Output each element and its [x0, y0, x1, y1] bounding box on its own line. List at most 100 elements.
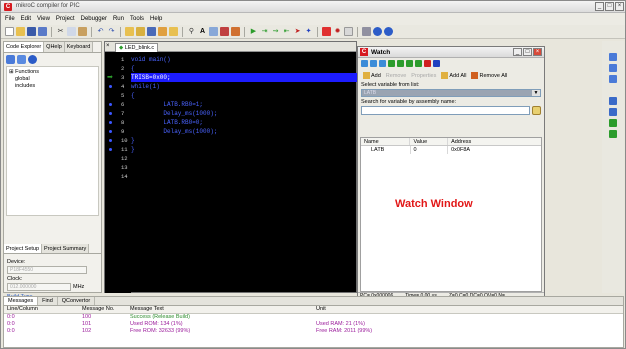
panel-icon[interactable] — [609, 119, 617, 127]
filter-icon[interactable] — [6, 55, 15, 64]
table-row[interactable]: LATB 0 0x0F8A — [361, 146, 541, 154]
step-icon[interactable] — [415, 60, 422, 67]
menu-file[interactable]: File — [5, 16, 15, 22]
menu-view[interactable]: View — [37, 16, 50, 22]
open-project-icon[interactable] — [136, 27, 145, 36]
tab-qhelp[interactable]: QHelp — [44, 42, 65, 52]
step-out-icon[interactable]: ⇤ — [282, 27, 291, 36]
column-name[interactable]: Name — [361, 138, 411, 145]
code-line[interactable] — [131, 163, 357, 172]
tree-node-global[interactable]: global — [9, 76, 96, 83]
maximize-button[interactable]: □ — [605, 2, 614, 11]
table-row[interactable]: 0:0 102 Free ROM: 32633 (99%) Free RAM: … — [4, 328, 623, 335]
search-variable-input[interactable] — [361, 106, 530, 115]
undo-icon[interactable]: ↶ — [96, 27, 105, 36]
paste-icon[interactable] — [78, 27, 87, 36]
save-project-icon[interactable] — [147, 27, 156, 36]
tab-qconvertor[interactable]: QConvertor — [58, 297, 96, 305]
tab-project-setup[interactable]: Project Setup — [4, 244, 43, 253]
code-line[interactable] — [131, 172, 357, 181]
panel-icon[interactable] — [609, 75, 617, 83]
font-icon[interactable]: A — [198, 27, 207, 36]
column-message-text[interactable]: Message Text — [127, 306, 313, 313]
jump-icon[interactable] — [433, 60, 440, 67]
code-line[interactable] — [131, 154, 357, 163]
panel-icon[interactable] — [609, 53, 617, 61]
code-line[interactable]: } — [131, 145, 357, 154]
remove-button[interactable]: Remove — [386, 73, 406, 79]
code-line[interactable]: LATB.RB0=1; — [131, 100, 357, 109]
minimize-button[interactable]: _ — [595, 2, 604, 11]
image-icon[interactable] — [209, 27, 218, 36]
build-all-icon[interactable] — [231, 27, 240, 36]
copy-icon[interactable] — [67, 27, 76, 36]
run-to-cursor-icon[interactable] — [424, 60, 431, 67]
step-into-icon[interactable]: ⇥ — [260, 27, 269, 36]
tab-find[interactable]: Find — [38, 297, 58, 305]
build-icon[interactable] — [220, 27, 229, 36]
close-button[interactable]: × — [615, 2, 624, 11]
add-all-button[interactable]: Add All — [441, 72, 466, 79]
menu-help[interactable]: Help — [150, 16, 162, 22]
code-line[interactable]: void main() — [131, 55, 357, 64]
open-icon[interactable] — [16, 27, 25, 36]
menu-project[interactable]: Project — [56, 16, 75, 22]
menu-tools[interactable]: Tools — [130, 16, 144, 22]
chevron-down-icon[interactable]: ▼ — [532, 90, 540, 96]
redo-icon[interactable]: ↷ — [107, 27, 116, 36]
window-icon[interactable] — [379, 60, 386, 67]
watch-minimize-button[interactable]: _ — [513, 48, 522, 56]
panel-icon[interactable] — [609, 97, 617, 105]
tree-node-includes[interactable]: includes — [9, 83, 96, 90]
clock-input[interactable]: 012.000000 — [7, 283, 71, 291]
column-unit[interactable]: Unit — [313, 306, 623, 313]
step-icon[interactable] — [397, 60, 404, 67]
properties-button[interactable]: Properties — [411, 73, 436, 79]
code-line[interactable]: { — [131, 91, 357, 100]
run-icon[interactable]: ▶ — [249, 27, 258, 36]
column-message-no[interactable]: Message No. — [79, 306, 127, 313]
breakpoint-marker-icon[interactable] — [109, 148, 112, 151]
run-to-cursor-icon[interactable]: ➤ — [293, 27, 302, 36]
new-project-icon[interactable] — [125, 27, 134, 36]
tree-node-functions[interactable]: ⊞ Functions — [9, 69, 96, 76]
breakpoint-icon[interactable]: ✹ — [333, 27, 342, 36]
window-icon[interactable] — [361, 60, 368, 67]
tab-project-summary[interactable]: Project Summary — [42, 244, 90, 253]
edit-project-icon[interactable] — [169, 27, 178, 36]
variable-select[interactable]: LATB ▼ — [361, 89, 541, 97]
window-icon[interactable] — [370, 60, 377, 67]
add-button[interactable]: Add — [363, 72, 381, 79]
menu-run[interactable]: Run — [113, 16, 124, 22]
panel-icon[interactable] — [609, 64, 617, 72]
column-value[interactable]: Value — [410, 138, 449, 145]
code-area[interactable]: void main(){TRISB=0x00; while(1){ LATB.RB… — [131, 53, 357, 293]
save-icon[interactable] — [27, 27, 36, 36]
breakpoint-marker-icon[interactable] — [109, 112, 112, 115]
code-editor[interactable]: × ◆ LED_blink.c 1 2 3 ➡ 4 5 6 7 8 9 10 11 12 13 14 voi… — [104, 41, 357, 293]
sort-icon[interactable] — [17, 55, 26, 64]
code-line[interactable]: while(1) — [131, 82, 357, 91]
watch-maximize-button[interactable]: □ — [523, 48, 532, 56]
watch-close-button[interactable]: × — [533, 48, 542, 56]
step-over-icon[interactable]: ⇝ — [271, 27, 280, 36]
help-icon[interactable] — [373, 27, 382, 36]
panel-icon[interactable] — [609, 130, 617, 138]
info-icon[interactable] — [28, 55, 37, 64]
remove-all-button[interactable]: Remove All — [471, 72, 507, 79]
tab-messages[interactable]: Messages — [4, 297, 39, 305]
cut-icon[interactable]: ✂ — [56, 27, 65, 36]
code-line[interactable]: Delay_ms(1000); — [131, 109, 357, 118]
code-line[interactable]: LATB.RB0=0; — [131, 118, 357, 127]
breakpoint-marker-icon[interactable] — [109, 103, 112, 106]
tab-code-explorer[interactable]: Code Explorer — [4, 42, 45, 52]
breakpoint-marker-icon[interactable] — [109, 85, 112, 88]
code-line[interactable]: Delay_ms(1000); — [131, 127, 357, 136]
column-address[interactable]: Address — [448, 138, 541, 145]
code-line[interactable]: } — [131, 136, 357, 145]
column-line[interactable]: Line/Column — [4, 306, 79, 313]
save-all-icon[interactable] — [38, 27, 47, 36]
breakpoint-marker-icon[interactable] — [109, 130, 112, 133]
search-go-icon[interactable] — [532, 106, 541, 115]
find-icon[interactable]: ⚲ — [187, 27, 196, 36]
